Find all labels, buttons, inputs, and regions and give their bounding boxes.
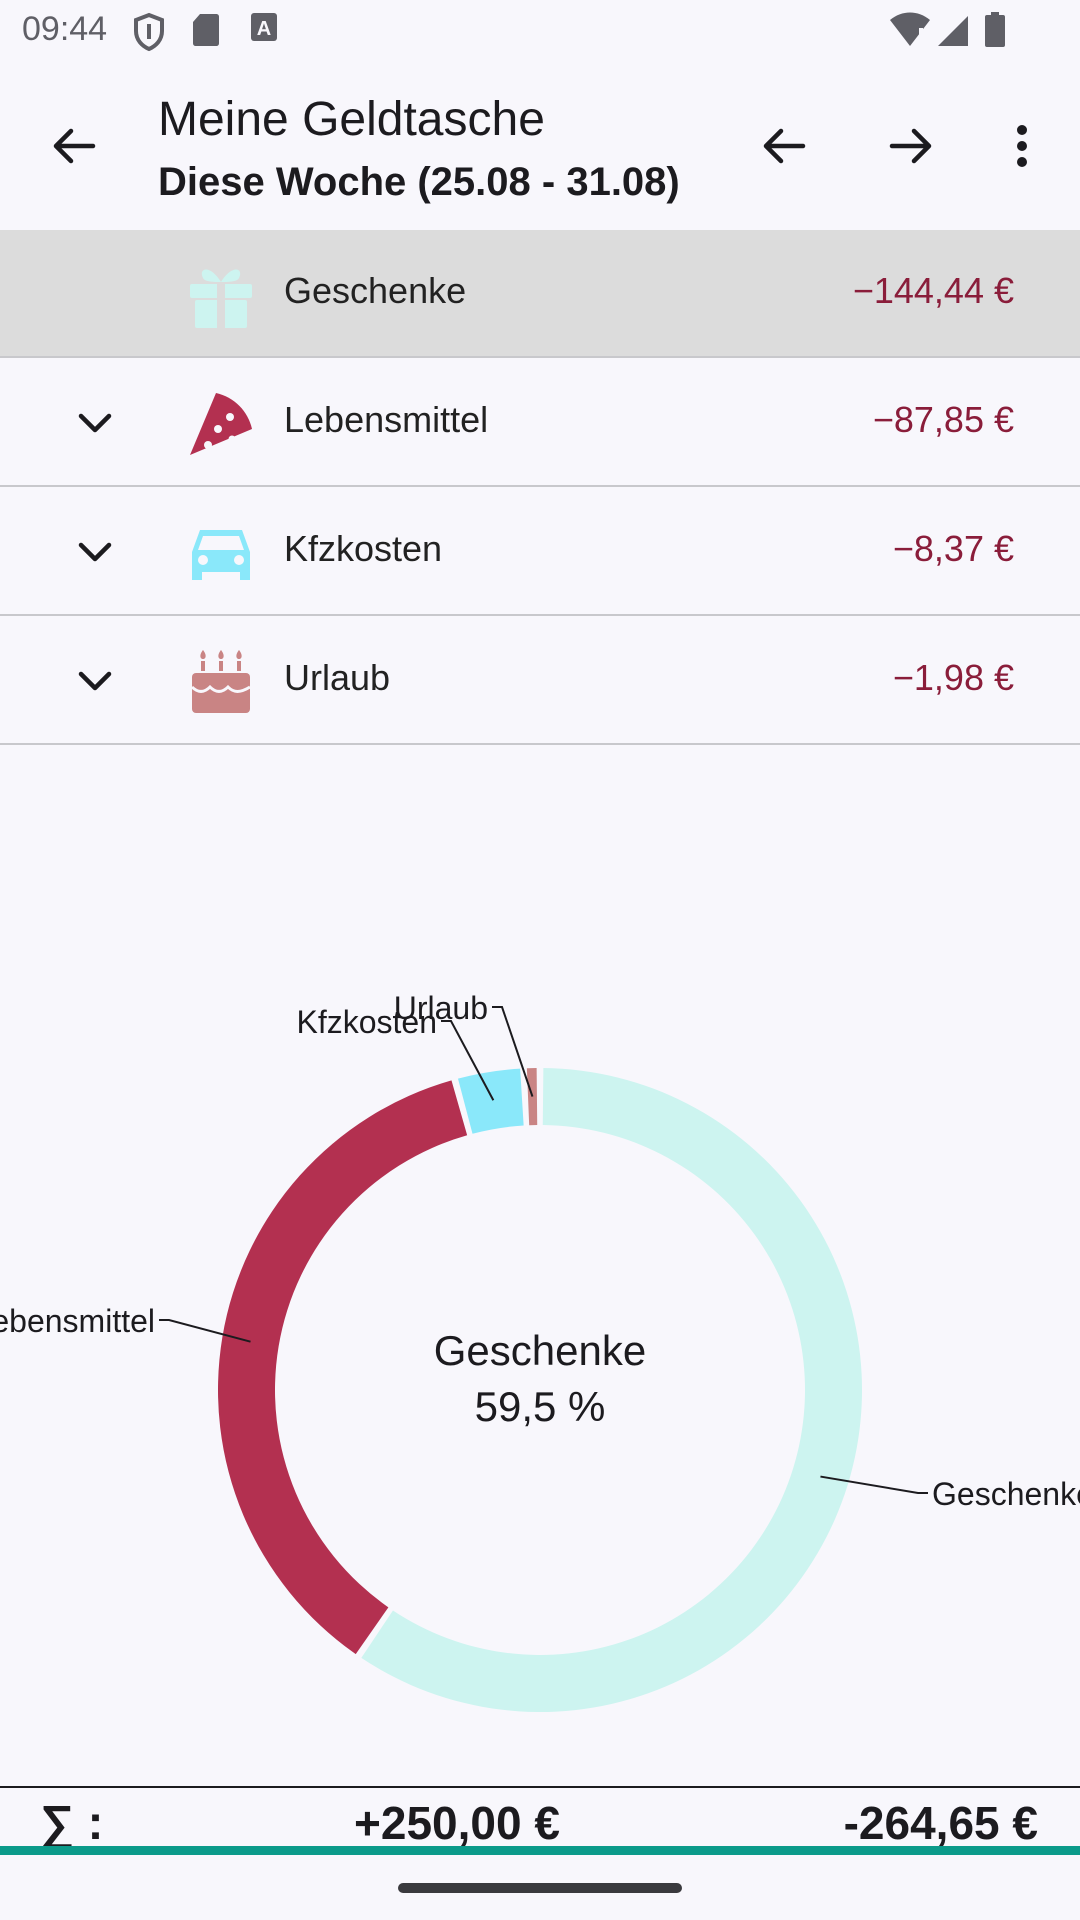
- slice-label-geschenke: Geschenke: [932, 1476, 1080, 1512]
- category-label: Urlaub: [284, 657, 391, 698]
- chevron-down-icon: [78, 413, 112, 433]
- category-label: Kfzkosten: [284, 528, 443, 569]
- chevron-down-icon: [78, 671, 112, 691]
- pizza-icon: [190, 393, 252, 455]
- signal-icon: [938, 16, 968, 46]
- category-row-urlaub[interactable]: Urlaub −1,98 €: [0, 617, 1080, 745]
- gift-icon: [190, 269, 252, 328]
- previous-period-icon: [763, 128, 806, 164]
- income-total: +250,00 €: [354, 1797, 560, 1849]
- expand-button[interactable]: [55, 393, 135, 453]
- status-time: 09:44: [22, 10, 108, 48]
- cake-icon: [190, 650, 251, 713]
- next-period-icon: [889, 128, 932, 164]
- donut-slice-kfzkosten[interactable]: [457, 1068, 524, 1134]
- status-bar: 09:44 A: [0, 0, 1080, 64]
- expand-button[interactable]: [55, 522, 135, 582]
- car-icon: [192, 530, 250, 580]
- more-vert-icon: [1017, 125, 1027, 167]
- more-options-button[interactable]: [982, 106, 1062, 186]
- svg-text:A: A: [257, 18, 271, 40]
- app-bar: Meine Geldtasche Diese Woche (25.08 - 31…: [0, 64, 1080, 230]
- category-label: Geschenke: [284, 270, 467, 311]
- category-row-geschenke[interactable]: Geschenke −144,44 €: [0, 230, 1080, 358]
- category-amount: −87,85 €: [872, 399, 1014, 440]
- category-amount: −8,37 €: [892, 528, 1014, 569]
- battery-icon: [985, 12, 1005, 47]
- chart-center-value: 59,5 %: [475, 1383, 606, 1430]
- category-amount: −144,44 €: [852, 270, 1014, 311]
- category-label: Lebensmittel: [284, 399, 489, 440]
- shield-icon: [134, 12, 164, 52]
- sd-card-icon: [193, 14, 219, 46]
- accent-divider: [0, 1846, 1080, 1855]
- next-period-button[interactable]: [871, 106, 951, 186]
- previous-period-button[interactable]: [744, 106, 824, 186]
- donut-slice-lebensmittel[interactable]: [217, 1080, 468, 1655]
- expand-button[interactable]: [55, 651, 135, 711]
- period-subtitle: Diese Woche (25.08 - 31.08): [158, 160, 680, 204]
- category-donut-chart[interactable]: GeschenkeLebensmittelKfzkostenUrlaub Ges…: [0, 745, 1080, 1785]
- slice-label-urlaub: Urlaub: [394, 990, 488, 1026]
- slice-label-lebensmittel: Lebensmittel: [0, 1303, 155, 1339]
- back-arrow-icon: [53, 128, 96, 164]
- category-row-lebensmittel[interactable]: Lebensmittel −87,85 €: [0, 359, 1080, 487]
- chevron-down-icon: [78, 542, 112, 562]
- category-row-kfzkosten[interactable]: Kfzkosten −8,37 €: [0, 488, 1080, 616]
- category-amount: −1,98 €: [892, 657, 1014, 698]
- summary-footer: ∑ : +250,00 € -264,65 €: [0, 1786, 1080, 1850]
- chart-center-label: Geschenke: [434, 1327, 646, 1374]
- font-a-icon: A: [251, 13, 277, 41]
- wifi-alert-icon: [890, 12, 930, 46]
- home-indicator[interactable]: [398, 1883, 682, 1893]
- donut-slice-geschenke[interactable]: [361, 1068, 863, 1712]
- back-button[interactable]: [34, 106, 114, 186]
- page-title: Meine Geldtasche: [158, 93, 545, 146]
- expense-total: -264,65 €: [843, 1797, 1038, 1849]
- sum-label: ∑ :: [40, 1797, 104, 1850]
